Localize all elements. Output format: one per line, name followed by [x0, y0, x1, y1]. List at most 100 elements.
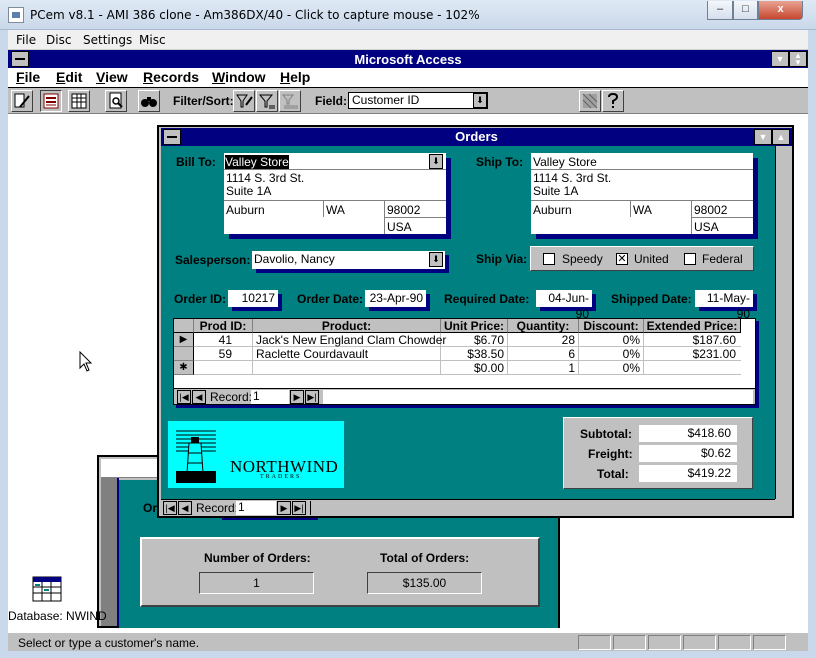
salesperson-combo[interactable]: Davolio, Nancy — [252, 251, 445, 269]
column-header-product[interactable]: Product: — [253, 319, 441, 333]
order-id-field[interactable]: 10217 — [228, 290, 278, 307]
ship-via-united-checkbox[interactable]: ✕ — [616, 253, 628, 265]
shipped-date-field[interactable]: 11-May-90 — [695, 290, 753, 321]
table-cell-discount[interactable]: 0% — [579, 333, 644, 347]
bill-to-zip[interactable]: 98002 — [387, 203, 420, 217]
new-record-selector[interactable]: ✱ — [174, 361, 194, 375]
first-record-icon[interactable]: |◀ — [177, 390, 191, 404]
first-record-icon[interactable]: |◀ — [163, 501, 177, 515]
edit-filter-icon[interactable] — [233, 90, 255, 112]
table-cell-extended-price[interactable]: $187.60 — [644, 333, 741, 347]
last-record-icon[interactable]: ▶| — [305, 390, 319, 404]
host-menu-settings[interactable]: Settings — [83, 33, 132, 47]
maximize-button[interactable]: □ — [733, 1, 758, 20]
bill-to-address[interactable]: 1114 S. 3rd St. — [226, 171, 304, 185]
menu-help[interactable]: Help — [280, 69, 310, 85]
find-binoculars-icon[interactable] — [138, 90, 160, 112]
row-selector[interactable]: ▶ — [174, 333, 194, 347]
orders-summary-panel: Number of Orders: Total of Orders: 1 $13… — [140, 537, 540, 607]
bill-to-city[interactable]: Auburn — [226, 203, 265, 217]
ship-to-suite[interactable]: Suite 1A — [533, 184, 578, 198]
order-date-field[interactable]: 23-Apr-90 — [365, 290, 426, 307]
table-cell-quantity[interactable]: 28 — [508, 333, 579, 347]
table-cell-unit-price[interactable]: $6.70 — [441, 333, 508, 347]
ship-to-state[interactable]: WA — [633, 203, 652, 217]
table-cell-extended-price[interactable] — [644, 361, 741, 375]
datasheet-view-icon[interactable] — [68, 90, 90, 112]
table-cell-quantity[interactable]: 1 — [508, 361, 579, 375]
subform-record-number[interactable]: 1 — [251, 390, 289, 404]
host-menu-misc[interactable]: Misc — [139, 33, 166, 47]
menu-window[interactable]: Window — [212, 69, 266, 85]
next-record-icon[interactable]: ▶ — [290, 390, 304, 404]
table-cell-quantity[interactable]: 6 — [508, 347, 579, 361]
table-cell-discount[interactable]: 0% — [579, 347, 644, 361]
minimize-button[interactable]: – — [707, 1, 733, 20]
access-restore-button[interactable]: ▲ ▼ — [789, 51, 807, 67]
table-cell-product[interactable]: Jack's New England Clam Chowder — [253, 333, 446, 347]
show-all-records-icon[interactable] — [279, 90, 301, 112]
ship-via-united-label[interactable]: United — [634, 252, 669, 266]
ship-via-speedy-checkbox[interactable] — [543, 253, 555, 265]
column-header-discount[interactable]: Discount: — [579, 319, 644, 333]
host-menu-file[interactable]: File — [16, 33, 36, 47]
previous-record-icon[interactable]: ◀ — [178, 501, 192, 515]
bill-to-name-combo[interactable]: Valley Store — [225, 155, 289, 169]
menu-file[interactable]: File — [16, 69, 40, 85]
last-record-icon[interactable]: ▶| — [292, 501, 306, 515]
table-cell-unit-price[interactable]: $38.50 — [441, 347, 508, 361]
ship-to-zip[interactable]: 98002 — [694, 203, 727, 217]
bill-to-address-block: Valley Store ⬇ 1114 S. 3rd St. Suite 1A … — [224, 153, 446, 234]
field-dropdown-arrow-icon[interactable]: ⬇ — [473, 93, 487, 108]
database-window-icon[interactable] — [32, 575, 62, 603]
table-cell-prod-id[interactable] — [194, 361, 253, 375]
ship-to-country[interactable]: USA — [694, 220, 719, 234]
salesperson-dropdown-arrow-icon[interactable]: ⬇ — [429, 252, 443, 267]
menu-view[interactable]: View — [96, 69, 128, 85]
orders-maximize-button[interactable]: ▲ — [772, 129, 790, 145]
column-header-quantity[interactable]: Quantity: — [508, 319, 579, 333]
orders-horizontal-scrollbar[interactable] — [310, 501, 773, 515]
design-view-icon[interactable] — [11, 90, 33, 112]
ship-via-speedy-label[interactable]: Speedy — [562, 252, 603, 266]
ship-to-address[interactable]: 1114 S. 3rd St. — [533, 171, 611, 185]
host-menu-disc[interactable]: Disc — [46, 33, 71, 47]
field-select[interactable]: Customer ID — [348, 92, 488, 109]
subform-horizontal-scrollbar[interactable] — [323, 390, 753, 404]
previous-record-icon[interactable]: ◀ — [192, 390, 206, 404]
ship-to-city[interactable]: Auburn — [533, 203, 572, 217]
bill-to-country[interactable]: USA — [387, 220, 412, 234]
column-header-unit-price[interactable]: Unit Price: — [441, 319, 508, 333]
table-cell-prod-id[interactable]: 59 — [194, 347, 253, 361]
next-record-icon[interactable]: ▶ — [277, 501, 291, 515]
cue-cards-icon[interactable] — [579, 90, 601, 112]
table-cell-product[interactable]: Raclette Courdavault — [253, 347, 441, 361]
access-minimize-button[interactable]: ▼ — [771, 51, 789, 67]
table-cell-extended-price[interactable]: $231.00 — [644, 347, 741, 361]
table-cell-discount[interactable]: 0% — [579, 361, 644, 375]
menu-edit[interactable]: Edit — [56, 69, 82, 85]
orders-minimize-button[interactable]: ▼ — [754, 129, 772, 145]
table-cell-unit-price[interactable]: $0.00 — [441, 361, 508, 375]
bill-to-suite[interactable]: Suite 1A — [226, 184, 271, 198]
ship-via-federal-checkbox[interactable] — [684, 253, 696, 265]
record-number[interactable]: 1 — [236, 501, 276, 515]
menu-records[interactable]: Records — [143, 69, 199, 85]
ship-via-federal-label[interactable]: Federal — [702, 252, 743, 266]
close-button[interactable]: x — [758, 1, 803, 20]
help-question-icon[interactable] — [602, 90, 624, 112]
bill-to-dropdown-arrow-icon[interactable]: ⬇ — [429, 154, 443, 169]
bill-to-state[interactable]: WA — [326, 203, 345, 217]
freight-value[interactable]: $0.62 — [639, 445, 737, 462]
table-cell-product[interactable] — [253, 361, 441, 375]
apply-filter-icon[interactable] — [256, 90, 278, 112]
table-cell-prod-id[interactable]: 41 — [194, 333, 253, 347]
print-preview-icon[interactable] — [105, 90, 127, 112]
ship-to-name[interactable]: Valley Store — [533, 155, 597, 169]
form-view-icon[interactable] — [40, 90, 62, 112]
orders-vertical-scrollbar[interactable] — [775, 146, 792, 499]
column-header-prod-id[interactable]: Prod ID: — [194, 319, 253, 333]
column-header-extended-price[interactable]: Extended Price: — [644, 319, 741, 333]
required-date-field[interactable]: 04-Jun-90 — [536, 290, 592, 321]
row-selector[interactable] — [174, 347, 194, 361]
